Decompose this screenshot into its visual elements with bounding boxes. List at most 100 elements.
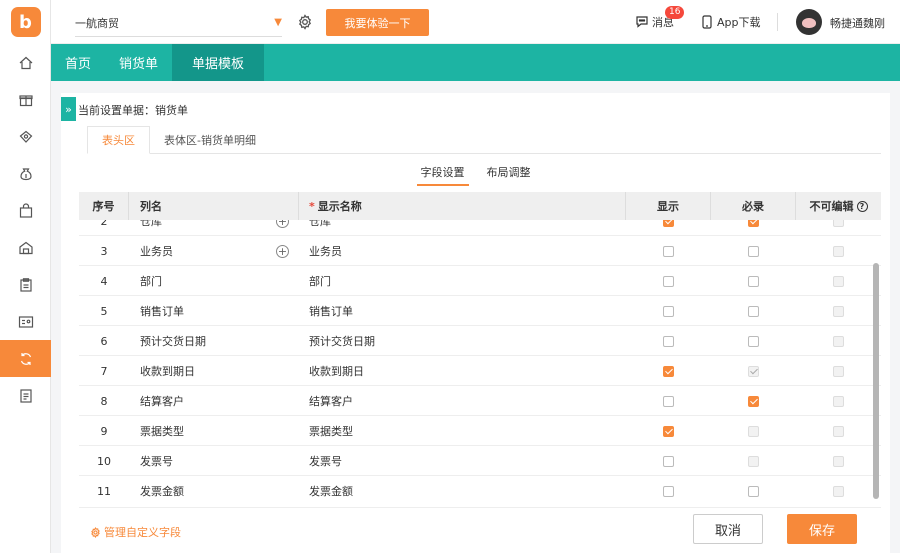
show-checkbox[interactable] (663, 395, 674, 407)
cell-readonly (796, 386, 881, 416)
required-checkbox[interactable] (748, 395, 759, 407)
cell-name-text: 预计交货日期 (140, 335, 206, 348)
rail-item-home[interactable] (0, 44, 51, 81)
cell-display[interactable]: 收款到期日 (299, 356, 626, 386)
table-row: 4 部门 部门 (79, 266, 881, 296)
cancel-button[interactable]: 取消 (693, 514, 763, 544)
cell-readonly (796, 446, 881, 476)
cell-display[interactable]: 结算客户 (299, 386, 626, 416)
cell-display[interactable]: 部门 (299, 266, 626, 296)
cell-required (711, 446, 796, 476)
top-bar: 一航商贸 ▼ 我要体验一下 消息 16 App下载 畅捷通魏刚 (51, 0, 900, 44)
cell-readonly (796, 266, 881, 296)
rail-item-refresh[interactable] (0, 340, 51, 377)
cell-name-text: 仓库 (140, 220, 162, 228)
gear-icon[interactable] (297, 14, 313, 30)
tab-home[interactable]: 首页 (51, 44, 105, 81)
show-checkbox[interactable] (663, 220, 674, 227)
tab-sales-order[interactable]: 销货单 (105, 44, 172, 81)
show-checkbox[interactable] (663, 275, 674, 287)
plus-circle-icon[interactable]: + (276, 244, 289, 258)
required-checkbox[interactable] (748, 305, 759, 317)
show-checkbox[interactable] (663, 425, 674, 437)
app-download-label: App下载 (717, 16, 761, 29)
tab-field-settings[interactable]: 字段设置 (416, 164, 469, 186)
cell-name: 结算客户 (129, 386, 299, 416)
table-row: 10 发票号 发票号 (79, 446, 881, 476)
cell-display[interactable]: 仓库 (299, 220, 626, 236)
app-logo[interactable]: b (0, 0, 51, 44)
manage-custom-fields-link[interactable]: 管理自定义字段 (90, 524, 181, 540)
show-checkbox[interactable] (663, 305, 674, 317)
required-checkbox[interactable] (748, 275, 759, 287)
table-row: 8 结算客户 结算客户 (79, 386, 881, 416)
cell-show (626, 266, 711, 296)
chat-icon (636, 16, 648, 28)
messages-count-badge: 16 (665, 6, 685, 19)
rail-item-money-bag[interactable] (0, 155, 51, 192)
field-tabs: 字段设置 布局调整 (61, 164, 890, 186)
avatar[interactable] (796, 9, 822, 35)
cell-no: 11 (97, 484, 111, 498)
cell-display[interactable]: 预计交货日期 (299, 326, 626, 356)
app-download-button[interactable]: App下载 (701, 14, 761, 30)
expand-sidebar-button[interactable]: » (61, 97, 76, 121)
cell-name: 预计交货日期 (129, 326, 299, 356)
cell-display[interactable]: 销售订单 (299, 296, 626, 326)
rail-item-clipboard[interactable] (0, 266, 51, 303)
clipboard-icon (19, 277, 32, 292)
table-row: 6 预计交货日期 预计交货日期 (79, 326, 881, 356)
show-checkbox[interactable] (663, 245, 674, 257)
cell-name: 业务员 + (129, 236, 299, 266)
table-row: 7 收款到期日 收款到期日 (79, 356, 881, 386)
footer: 管理自定义字段 取消 保存 (79, 507, 881, 547)
try-button[interactable]: 我要体验一下 (326, 9, 429, 36)
cell-readonly (796, 326, 881, 356)
company-select[interactable]: 一航商贸 ▼ (75, 9, 282, 37)
readonly-checkbox (833, 335, 844, 347)
show-checkbox[interactable] (663, 485, 674, 497)
cell-name: 销售订单 (129, 296, 299, 326)
table-row: 11 发票金额 发票金额 (79, 476, 881, 501)
cell-display[interactable]: 业务员 (299, 236, 626, 266)
save-button[interactable]: 保存 (787, 514, 857, 544)
main-panel: » 当前设置单据：销货单 表头区 表体区-销货单明细 字段设置 布局调整 序号 … (61, 93, 890, 553)
required-checkbox[interactable] (748, 335, 759, 347)
cell-show (626, 476, 711, 501)
cell-required (711, 356, 796, 386)
section-tabs: 表头区 表体区-销货单明细 (87, 126, 881, 154)
rail-item-shopping-bag[interactable] (0, 192, 51, 229)
cell-readonly (796, 476, 881, 501)
required-checkbox[interactable] (748, 220, 759, 227)
show-checkbox[interactable] (663, 455, 674, 467)
show-checkbox[interactable] (663, 365, 674, 377)
readonly-checkbox (833, 425, 844, 437)
help-icon[interactable]: ? (856, 200, 868, 212)
tab-doc-template[interactable]: 单据模板 (172, 44, 265, 81)
manage-custom-fields-label: 管理自定义字段 (104, 526, 181, 539)
left-rail: b (0, 0, 51, 553)
cell-readonly (796, 236, 881, 266)
id-card-icon (18, 315, 33, 328)
cell-name: 部门 (129, 266, 299, 296)
rail-item-shop[interactable] (0, 118, 51, 155)
tab-header-area[interactable]: 表头区 (87, 126, 150, 154)
rail-item-report[interactable] (0, 377, 51, 414)
required-checkbox[interactable] (748, 485, 759, 497)
tab-body-area[interactable]: 表体区-销货单明细 (150, 126, 270, 154)
rail-item-id-card[interactable] (0, 303, 51, 340)
cell-display[interactable]: 发票金额 (299, 476, 626, 501)
show-checkbox[interactable] (663, 335, 674, 347)
cell-show (626, 416, 711, 446)
cell-display[interactable]: 票据类型 (299, 416, 626, 446)
plus-circle-icon[interactable]: + (276, 220, 289, 228)
shopping-bag-icon (19, 202, 32, 218)
cell-show (626, 220, 711, 236)
required-checkbox[interactable] (748, 245, 759, 257)
scrollbar[interactable] (873, 263, 879, 499)
username[interactable]: 畅捷通魏刚 (830, 15, 885, 31)
rail-item-warehouse[interactable] (0, 229, 51, 266)
tab-layout-adjust[interactable]: 布局调整 (483, 164, 535, 186)
rail-item-gift[interactable] (0, 81, 51, 118)
cell-display[interactable]: 发票号 (299, 446, 626, 476)
